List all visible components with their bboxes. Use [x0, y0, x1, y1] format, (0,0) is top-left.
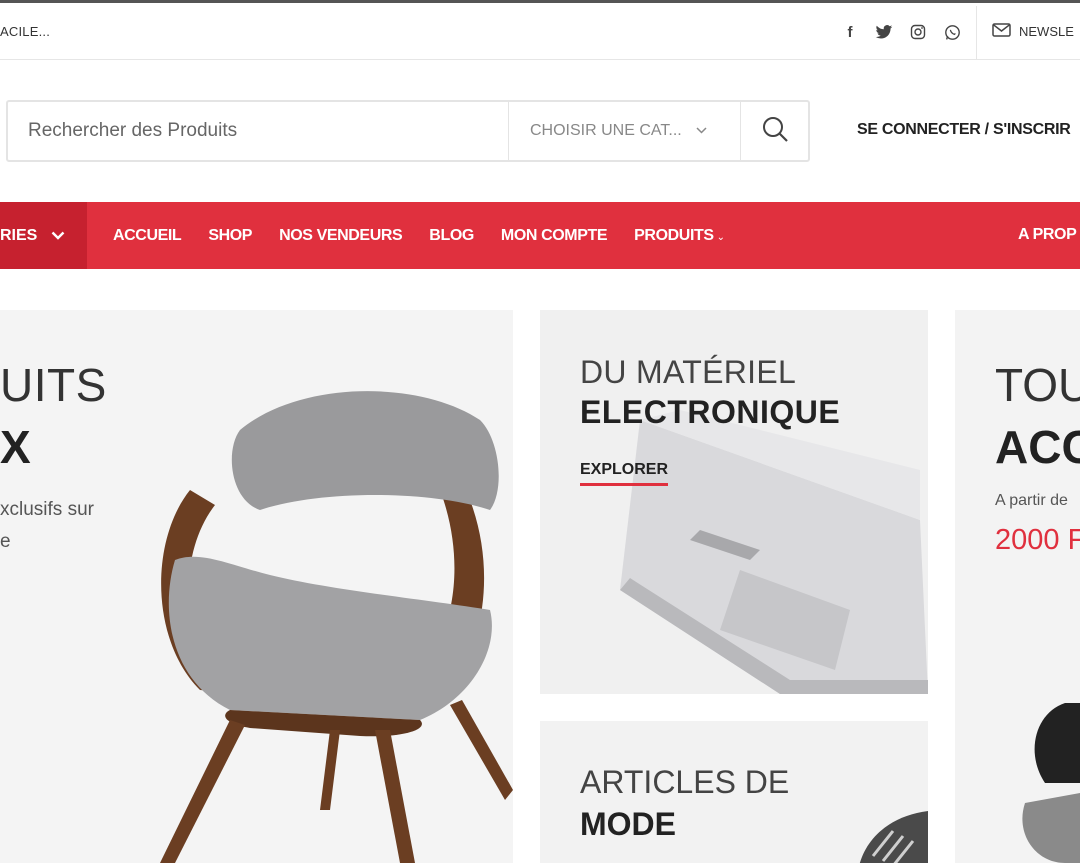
banner-accessories-line2: ACC	[995, 421, 1080, 473]
twitter-icon[interactable]	[872, 21, 896, 43]
search-icon	[761, 115, 789, 148]
chevron-down-icon	[696, 125, 707, 137]
banner-main[interactable]: UITS X xclusifs sur e	[0, 310, 513, 863]
categories-label: RIES	[0, 226, 38, 244]
topbar-divider	[976, 6, 977, 60]
facebook-icon[interactable]: f	[838, 21, 862, 43]
banner-fashion-line2: MODE	[580, 806, 676, 842]
whatsapp-icon[interactable]	[940, 21, 964, 43]
nav-item-shop[interactable]: SHOP	[208, 227, 252, 245]
category-select[interactable]: CHOISIR UNE CAT...	[508, 102, 740, 160]
chevron-down-icon: ⌄	[716, 231, 725, 243]
banner-accessories[interactable]: TOU ACC A partir de 2000 F	[955, 310, 1080, 863]
nav-item-produits-label: PRODUITS	[634, 226, 714, 244]
categories-button[interactable]: RIES	[0, 202, 87, 269]
top-bar: ACILE... f NEWSLE	[0, 0, 1080, 60]
shoe-image	[859, 811, 928, 863]
nav-item-produits[interactable]: PRODUITS ⌄	[634, 226, 725, 245]
mail-icon	[992, 23, 1011, 40]
banner-accessories-from: A partir de	[995, 492, 1068, 509]
newsletter-label: NEWSLE	[1019, 24, 1074, 39]
headphones-image	[1022, 703, 1080, 863]
laptop-image	[620, 410, 928, 694]
chevron-down-icon	[51, 227, 65, 245]
main-nav: RIES ACCUEIL SHOP NOS VENDEURS BLOG MON …	[0, 202, 1080, 269]
search-bar: CHOISIR UNE CAT...	[6, 100, 810, 162]
social-links: f	[838, 21, 964, 43]
banner-fashion[interactable]: ARTICLES DE MODE	[540, 721, 928, 863]
nav-menu: ACCUEIL SHOP NOS VENDEURS BLOG MON COMPT…	[113, 202, 752, 269]
banner-electronics[interactable]: DU MATÉRIEL ELECTRONIQUE EXPLORER	[540, 310, 928, 694]
category-select-value: CHOISIR UNE CAT...	[530, 122, 682, 139]
search-button[interactable]	[740, 102, 808, 160]
nav-item-nos-vendeurs[interactable]: NOS VENDEURS	[279, 227, 403, 245]
banner-accessories-line1: TOU	[995, 359, 1080, 411]
banner-electronics-line2: ELECTRONIQUE	[580, 394, 841, 430]
banner-electronics-line1: DU MATÉRIEL	[580, 354, 797, 390]
login-link[interactable]: SE CONNECTER / S'INSCRIR	[857, 121, 1071, 139]
nav-item-accueil[interactable]: ACCUEIL	[113, 227, 182, 245]
nav-item-a-propos[interactable]: A PROP	[1018, 226, 1077, 244]
chair-image	[160, 391, 513, 863]
banner-fashion-line1: ARTICLES DE	[580, 764, 790, 800]
nav-item-blog[interactable]: BLOG	[429, 227, 474, 245]
promo-text: ACILE...	[0, 24, 51, 39]
instagram-icon[interactable]	[906, 21, 930, 43]
newsletter-link[interactable]: NEWSLE	[992, 23, 1074, 40]
banner-accessories-price: 2000 F	[995, 524, 1080, 556]
search-input[interactable]	[8, 102, 508, 160]
explore-link[interactable]: EXPLORER	[580, 461, 669, 486]
nav-item-mon-compte[interactable]: MON COMPTE	[501, 227, 608, 245]
